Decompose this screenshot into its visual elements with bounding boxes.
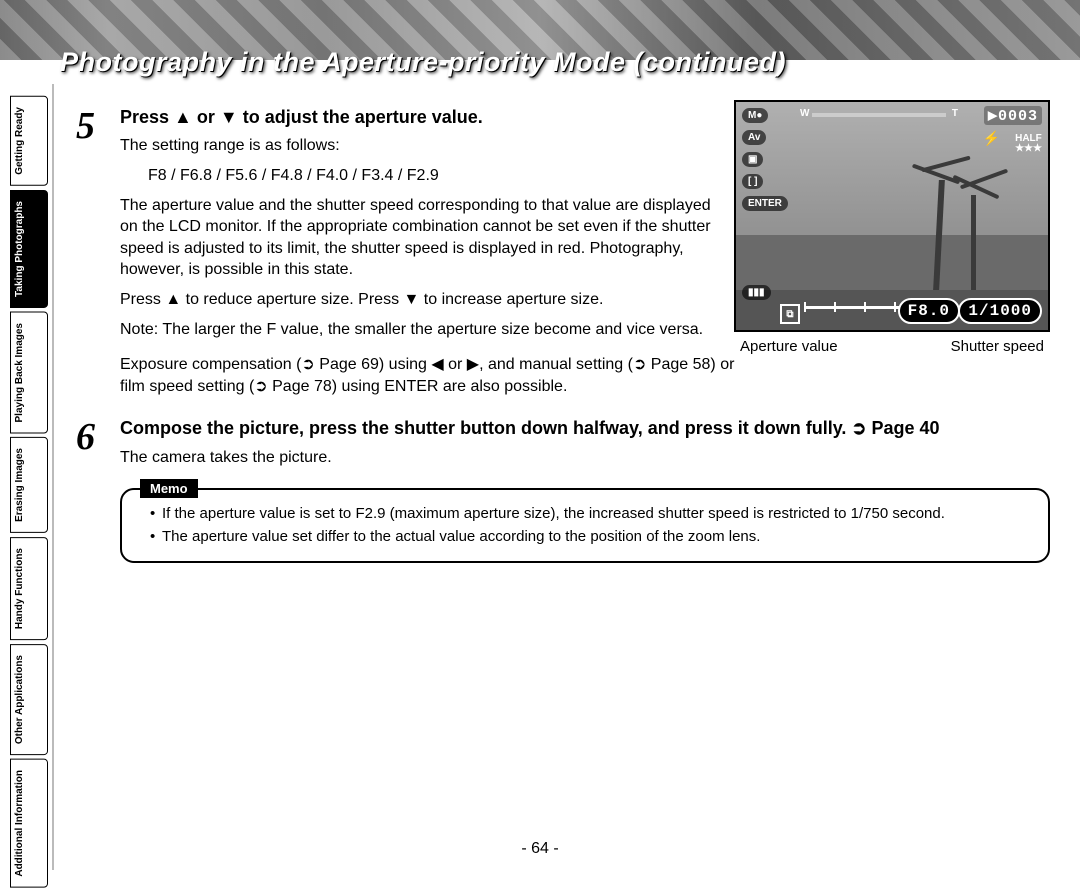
tab-erasing-images[interactable]: Erasing Images [10,437,48,533]
memo-item: If the aperture value is set to F2.9 (ma… [150,504,1030,524]
divider [52,84,54,870]
page-title-bar: Photography in the Aperture-priority Mod… [60,40,1070,84]
tab-handy-functions[interactable]: Handy Functions [10,537,48,640]
main-content: 5 Press ▲ or ▼ to adjust the aperture va… [60,96,1060,830]
step5-exposure: Exposure compensation (➲ Page 69) using … [120,354,760,397]
section-tabs: Getting Ready Taking Photographs Playing… [10,96,48,888]
step-6-body: The camera takes the picture. [120,447,720,469]
step-number-5: 5 [72,104,116,148]
step-5: 5 Press ▲ or ▼ to adjust the aperture va… [120,106,1050,397]
memo-list: If the aperture value is set to F2.9 (ma… [150,504,1030,547]
step-number-6: 6 [72,415,116,459]
tab-other-applications[interactable]: Other Applications [10,644,48,755]
step-6-heading: Compose the picture, press the shutter b… [120,417,1020,440]
range-intro: The setting range is as follows: [120,135,720,157]
memo-item: The aperture value set differ to the act… [150,527,1030,547]
step5-note: Note: The larger the F value, the smalle… [120,319,760,341]
svg-text:6: 6 [76,416,95,458]
tab-getting-ready[interactable]: Getting Ready [10,96,48,186]
step5-para1: The aperture value and the shutter speed… [120,195,720,281]
range-values: F8 / F6.8 / F5.6 / F4.8 / F4.0 / F3.4 / … [148,165,748,187]
page-number: - 64 - [0,840,1080,858]
manual-page: Photography in the Aperture-priority Mod… [0,0,1080,870]
step-5-heading: Press ▲ or ▼ to adjust the aperture valu… [120,106,1050,129]
page-title: Photography in the Aperture-priority Mod… [60,47,786,78]
tab-playing-back-images[interactable]: Playing Back Images [10,312,48,434]
memo-box: Memo If the aperture value is set to F2.… [120,488,1050,563]
tab-taking-photographs[interactable]: Taking Photographs [10,190,48,308]
step5-para2: Press ▲ to reduce aperture size. Press ▼… [120,289,760,311]
svg-text:5: 5 [76,105,95,147]
memo-label: Memo [140,479,198,498]
tab-additional-information[interactable]: Additional Information [10,759,48,888]
step-6: 6 Compose the picture, press the shutter… [120,417,1050,468]
